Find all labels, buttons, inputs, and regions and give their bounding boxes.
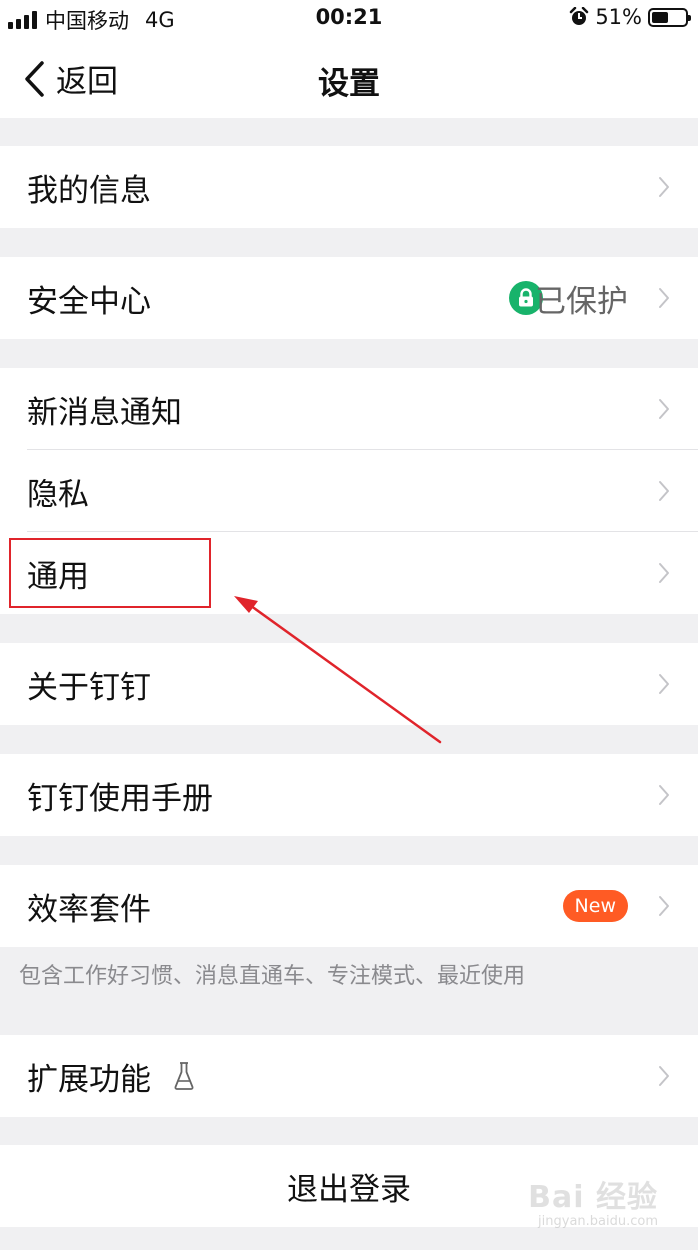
battery-icon [648, 7, 691, 27]
menu-item-label: 我的信息 [27, 172, 151, 209]
logout-label: 退出登录 [287, 1171, 411, 1208]
menu-item-label: 关于钉钉 [27, 669, 151, 706]
chevron-left-icon [25, 60, 44, 97]
menu-item-label: 安全中心 [27, 283, 151, 320]
chevron-right-icon [659, 481, 669, 501]
flask-icon [174, 1062, 194, 1090]
menu-item-label: 隐私 [27, 476, 89, 513]
menu-item-efficiency-suite[interactable]: 效率套件 New [0, 865, 698, 947]
back-label: 返回 [56, 64, 118, 100]
logout-button[interactable]: 退出登录 [0, 1145, 698, 1227]
chevron-right-icon [659, 1066, 669, 1086]
status-right: 51% [569, 5, 691, 29]
menu-item-privacy[interactable]: 隐私 [0, 450, 698, 532]
menu-item-label: 扩展功能 [27, 1061, 151, 1098]
chevron-right-icon [659, 177, 669, 197]
chevron-right-icon [659, 896, 669, 916]
menu-item-general[interactable]: 通用 [0, 532, 698, 614]
status-bar: 中国移动 4G 00:21 51% [0, 0, 698, 36]
battery-percent: 51% [595, 5, 642, 29]
chevron-right-icon [659, 674, 669, 694]
menu-item-new-message-notify[interactable]: 新消息通知 [0, 368, 698, 450]
nav-bar: 返回 设置 [0, 36, 698, 118]
alarm-icon [570, 7, 589, 25]
menu-item-manual[interactable]: 钉钉使用手册 [0, 754, 698, 836]
efficiency-hint: 包含工作好习惯、消息直通车、专注模式、最近使用 [19, 964, 526, 989]
battery-fill [652, 11, 669, 23]
menu-item-my-info[interactable]: 我的信息 [0, 146, 698, 228]
menu-item-extensions[interactable]: 扩展功能 [0, 1035, 698, 1117]
menu-item-label: 钉钉使用手册 [27, 780, 213, 817]
menu-item-about[interactable]: 关于钉钉 [0, 643, 698, 725]
menu-item-label: 新消息通知 [27, 394, 182, 431]
chevron-right-icon [659, 563, 669, 583]
new-badge: New [562, 890, 628, 922]
security-status: 已保护 [535, 283, 628, 320]
menu-item-security-center[interactable]: 安全中心 已保护 [0, 257, 698, 339]
chevron-right-icon [659, 785, 669, 805]
menu-item-label: 效率套件 [27, 891, 151, 928]
menu-item-label: 通用 [27, 558, 89, 595]
back-button[interactable]: 返回 [22, 56, 118, 101]
chevron-right-icon [659, 288, 669, 308]
chevron-right-icon [659, 399, 669, 419]
